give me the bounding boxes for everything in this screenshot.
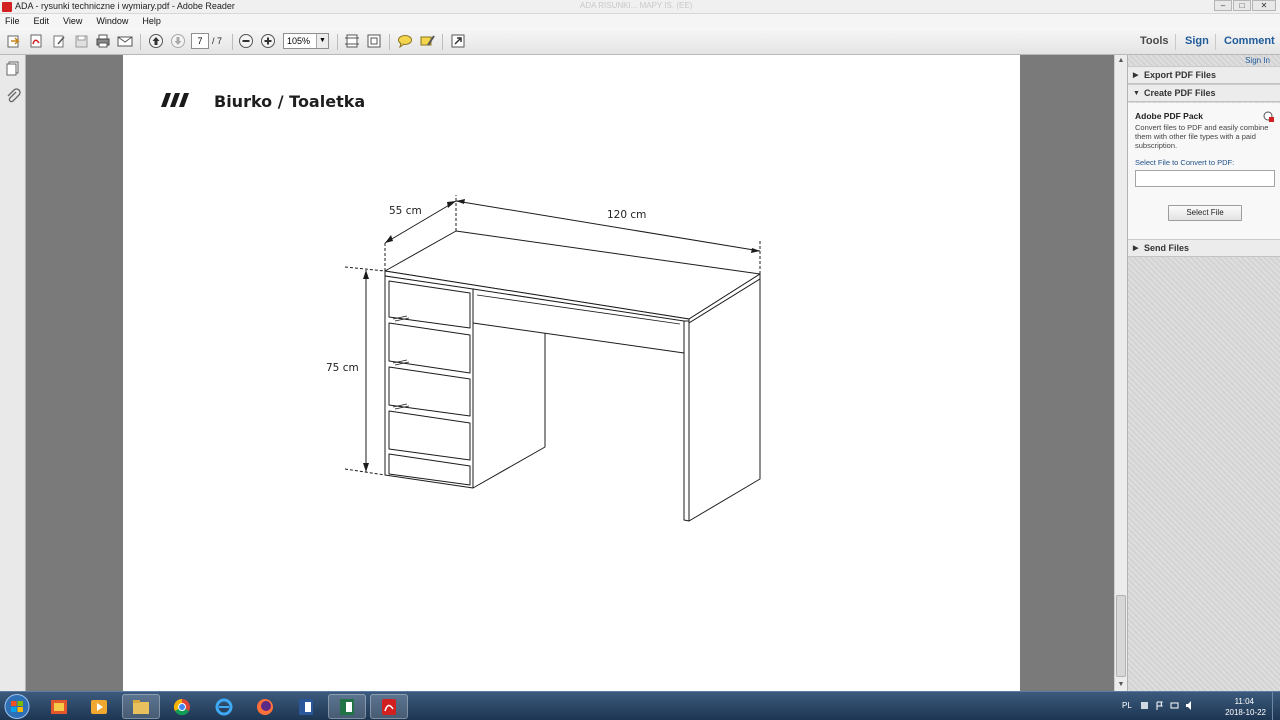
minimize-button[interactable]: – bbox=[1214, 0, 1232, 11]
document-area[interactable]: Biurko / Toaletka 55 cm 120 cm 75 cm bbox=[26, 55, 1114, 691]
previous-page-icon[interactable] bbox=[147, 33, 164, 49]
start-button[interactable] bbox=[2, 693, 32, 720]
taskbar-ie-icon[interactable] bbox=[205, 694, 243, 719]
menu-help[interactable]: Help bbox=[142, 16, 161, 26]
menu-view[interactable]: View bbox=[63, 16, 82, 26]
pdf-pack-info-icon[interactable] bbox=[1263, 111, 1274, 122]
scroll-up-arrow[interactable]: ▲ bbox=[1115, 55, 1127, 67]
taskbar-word-icon[interactable] bbox=[287, 694, 325, 719]
toolbar-separator bbox=[1175, 34, 1176, 50]
create-pdf-label: Create PDF Files bbox=[1144, 88, 1216, 98]
system-tray: PL 11:04 2018-10-22 bbox=[1110, 692, 1280, 720]
windows-taskbar: PL 11:04 2018-10-22 bbox=[0, 691, 1280, 720]
select-file-button[interactable]: Select File bbox=[1168, 205, 1242, 221]
toolbar-separator bbox=[232, 34, 233, 50]
page-thumbnails-icon[interactable] bbox=[5, 61, 21, 77]
taskbar-office-icon[interactable] bbox=[40, 694, 78, 719]
save-icon[interactable] bbox=[72, 33, 89, 49]
ghost-title: ADA RISUNKI... MAPY IS. (EE) bbox=[580, 1, 693, 10]
toolbar-separator bbox=[337, 34, 338, 50]
taskbar-media-player-icon[interactable] bbox=[80, 694, 118, 719]
attachments-icon[interactable] bbox=[5, 88, 21, 104]
menu-bar: File Edit View Window Help bbox=[0, 14, 1280, 28]
menu-window[interactable]: Window bbox=[96, 16, 128, 26]
depth-dimension-label: 55 cm bbox=[389, 205, 422, 217]
language-indicator[interactable]: PL bbox=[1122, 701, 1132, 710]
width-dimension-label: 120 cm bbox=[607, 209, 647, 221]
maximize-button[interactable]: □ bbox=[1233, 0, 1251, 11]
create-pdf-icon[interactable] bbox=[27, 33, 44, 49]
sign-in-link[interactable]: Sign In bbox=[1245, 56, 1270, 65]
taskbar-firefox-icon[interactable] bbox=[246, 694, 284, 719]
fit-page-icon[interactable] bbox=[343, 33, 360, 49]
menu-file[interactable]: File bbox=[5, 16, 20, 26]
select-file-label: Select File to Convert to PDF: bbox=[1135, 158, 1235, 167]
window-title: ADA - rysunki techniczne i wymiary.pdf -… bbox=[15, 1, 235, 11]
toolbar: 7 / 7 105% ▼ Tools Sign Comment bbox=[0, 28, 1280, 55]
taskbar-explorer-icon[interactable] bbox=[122, 694, 160, 719]
tools-pane-button[interactable]: Tools bbox=[1140, 35, 1169, 47]
close-button[interactable]: ✕ bbox=[1252, 0, 1276, 11]
clock-date[interactable]: 2018-10-22 bbox=[1225, 708, 1266, 717]
file-to-convert-input[interactable] bbox=[1135, 170, 1275, 187]
navigation-pane bbox=[0, 55, 26, 691]
desk-technical-drawing bbox=[344, 195, 761, 522]
pdf-pack-title: Adobe PDF Pack bbox=[1135, 111, 1204, 121]
sign-pane-button[interactable]: Sign bbox=[1185, 35, 1209, 47]
send-files-label: Send Files bbox=[1144, 243, 1190, 253]
menu-edit[interactable]: Edit bbox=[34, 16, 50, 26]
collapsed-triangle-icon: ▶ bbox=[1133, 245, 1139, 252]
expand-icon[interactable] bbox=[449, 33, 466, 49]
volume-icon[interactable] bbox=[1185, 701, 1194, 710]
toolbar-separator bbox=[442, 34, 443, 50]
tools-task-pane: Sign In ▶ Export PDF Files ▼ Create PDF … bbox=[1127, 55, 1280, 691]
zoom-in-icon[interactable] bbox=[259, 33, 276, 49]
next-page-icon[interactable] bbox=[169, 33, 186, 49]
network-icon[interactable] bbox=[1170, 701, 1179, 710]
zoom-value: 105% bbox=[287, 36, 311, 46]
highlight-icon[interactable] bbox=[418, 33, 435, 49]
pdf-pack-description: Convert files to PDF and easily combine … bbox=[1135, 123, 1269, 150]
fit-width-icon[interactable] bbox=[365, 33, 382, 49]
open-icon[interactable] bbox=[5, 33, 22, 49]
scroll-thumb[interactable] bbox=[1116, 595, 1126, 677]
taskbar-adobe-reader-icon[interactable] bbox=[370, 694, 408, 719]
page-total: / 7 bbox=[212, 36, 223, 46]
expanded-triangle-icon: ▼ bbox=[1133, 90, 1140, 97]
toolbar-separator bbox=[1215, 34, 1216, 50]
zoom-out-icon[interactable] bbox=[237, 33, 254, 49]
pdf-page: Biurko / Toaletka 55 cm 120 cm 75 cm bbox=[123, 55, 1020, 691]
print-icon[interactable] bbox=[94, 33, 111, 49]
email-icon[interactable] bbox=[116, 33, 133, 49]
export-pdf-label: Export PDF Files bbox=[1144, 70, 1217, 80]
scroll-down-arrow[interactable]: ▼ bbox=[1115, 679, 1127, 691]
zoom-dropdown-arrow[interactable]: ▼ bbox=[316, 34, 328, 48]
send-files-section[interactable]: ▶ Send Files bbox=[1128, 239, 1280, 257]
export-pdf-section[interactable]: ▶ Export PDF Files bbox=[1128, 66, 1280, 84]
vertical-scrollbar[interactable]: ▲ ▼ bbox=[1114, 55, 1127, 691]
zoom-select[interactable]: 105% ▼ bbox=[283, 33, 329, 49]
comment-pane-button[interactable]: Comment bbox=[1224, 35, 1275, 47]
collapsed-triangle-icon: ▶ bbox=[1133, 72, 1139, 79]
create-pdf-body: Adobe PDF Pack Convert files to PDF and … bbox=[1128, 103, 1280, 240]
create-pdf-section[interactable]: ▼ Create PDF Files bbox=[1128, 84, 1280, 102]
show-desktop-button[interactable] bbox=[1272, 692, 1280, 720]
adobe-reader-icon bbox=[2, 2, 12, 12]
notification-flag-icon[interactable] bbox=[1155, 701, 1164, 710]
toolbar-separator bbox=[140, 34, 141, 50]
taskbar-excel-icon[interactable] bbox=[328, 694, 366, 719]
toolbar-separator bbox=[389, 34, 390, 50]
action-center-icon[interactable] bbox=[1140, 701, 1149, 710]
clock-time[interactable]: 11:04 bbox=[1235, 697, 1254, 706]
title-bar: ADA - rysunki techniczne i wymiary.pdf -… bbox=[0, 0, 1280, 14]
comment-bubble-icon[interactable] bbox=[396, 33, 413, 49]
edit-icon[interactable] bbox=[50, 33, 67, 49]
height-dimension-label: 75 cm bbox=[326, 362, 359, 374]
page-number-input[interactable]: 7 bbox=[191, 33, 209, 49]
taskbar-chrome-icon[interactable] bbox=[163, 694, 201, 719]
